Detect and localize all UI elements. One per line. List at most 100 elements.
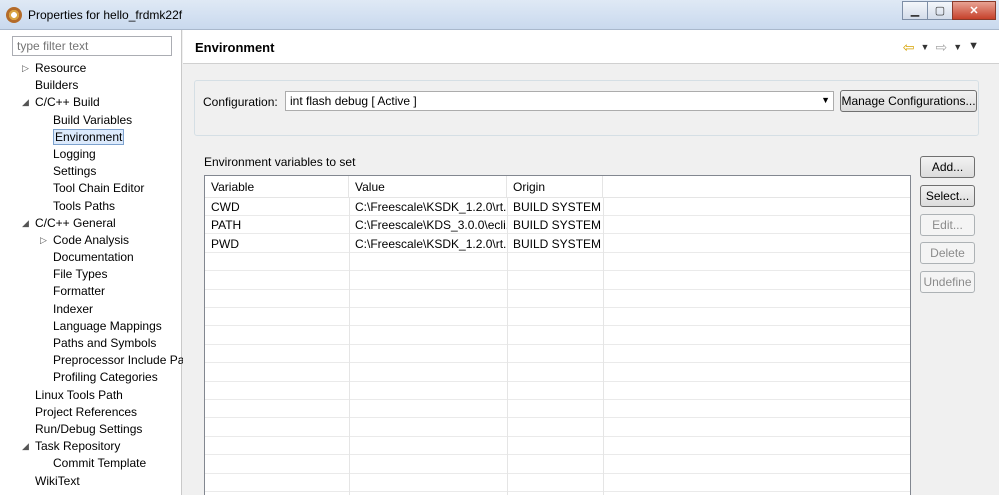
tree-item[interactable]: Preprocessor Include Pa (0, 352, 185, 369)
table-row (205, 345, 910, 364)
tree-item-label: Logging (53, 146, 96, 161)
column-header-origin[interactable]: Origin (507, 176, 603, 198)
expand-triangle-icon[interactable]: ◢ (22, 438, 29, 455)
view-menu-icon[interactable]: ▼ (968, 39, 979, 56)
tree-item[interactable]: ◢ C/C++ General (0, 215, 182, 232)
tree-item[interactable]: Build Variables (0, 112, 182, 129)
select-button[interactable]: Select... (920, 185, 975, 207)
delete-button[interactable]: Delete (920, 242, 975, 264)
tree-item-label: Language Mappings (53, 318, 162, 333)
tree-item[interactable]: File Types (0, 266, 182, 283)
tree-item-label: Run/Debug Settings (35, 421, 143, 436)
table-row (205, 290, 910, 308)
nav-forward-arrow-icon[interactable]: ⇨ (935, 39, 947, 56)
tree-item[interactable]: Linux Tools Path (0, 387, 182, 404)
tree-item[interactable]: ▷ Resource (0, 60, 182, 77)
expand-triangle-icon[interactable]: ◢ (22, 215, 29, 232)
table-row[interactable]: PATH C:\Freescale\KDS_3.0.0\ecli... BUILD … (205, 216, 910, 235)
table-row (205, 474, 910, 492)
tree-item-label: Linux Tools Path (35, 387, 123, 402)
manage-configurations-button[interactable]: Manage Configurations... (840, 90, 977, 112)
table-row (205, 364, 910, 382)
title-bar: Properties for hello_frdmk22f ▁ ▢ ✕ (0, 0, 999, 30)
tree-item-label: Preprocessor Include Pa (53, 353, 185, 368)
configuration-group: Configuration: int flash debug [ Active … (194, 80, 979, 136)
chevron-down-icon: ▼ (821, 95, 830, 105)
tree-item[interactable]: Tools Paths (0, 198, 182, 215)
window-title: Properties for hello_frdmk22f (28, 8, 183, 22)
table-row (205, 253, 910, 272)
tree-item-label: Profiling Categories (53, 370, 158, 385)
cell-origin: BUILD SYSTEM (513, 200, 602, 214)
property-tree: ▷ Resource Builders ◢ C/C++ Build Build Varia… (0, 60, 185, 490)
tree-item-label: Settings (53, 164, 97, 179)
table-row (205, 456, 910, 474)
configuration-label: Configuration: (203, 95, 278, 109)
filter-input[interactable] (12, 36, 172, 56)
tree-item[interactable]: Tool Chain Editor (0, 180, 182, 197)
tree-item[interactable]: Project References (0, 404, 182, 421)
cell-variable: PWD (211, 236, 239, 251)
tree-item-label: Documentation (53, 250, 134, 265)
tree-item-label: Project References (35, 404, 138, 419)
tree-item-label: Formatter (53, 284, 106, 299)
window-controls: ▁ ▢ ✕ (902, 1, 996, 21)
cell-value: C:\Freescale\KSDK_1.2.0\rt... (355, 200, 507, 214)
minimize-button[interactable]: ▁ (902, 1, 928, 20)
tree-item[interactable]: Settings (0, 163, 182, 180)
cell-variable: CWD (211, 200, 240, 214)
table-row (205, 437, 910, 456)
close-button[interactable]: ✕ (952, 1, 996, 20)
tree-item-label: C/C++ General (35, 215, 116, 230)
minimize-icon: ▁ (910, 5, 920, 17)
tree-item[interactable]: ◢ Task Repository (0, 438, 182, 455)
table-row (205, 400, 910, 419)
tree-item[interactable]: Paths and Symbols (0, 335, 182, 352)
table-row (205, 419, 910, 437)
tree-item-label: File Types (53, 267, 108, 282)
property-tree-pane: ▷ Resource Builders ◢ C/C++ Build Build Varia… (0, 30, 185, 495)
tree-item[interactable]: ◢ C/C++ Build (0, 94, 182, 111)
configuration-select[interactable]: int flash debug [ Active ] ▼ (285, 91, 834, 111)
cell-value: C:\Freescale\KSDK_1.2.0\rt... (355, 236, 507, 251)
back-dropdown-icon[interactable]: ▼ (921, 39, 930, 56)
tree-item[interactable]: Logging (0, 146, 182, 163)
tree-item[interactable]: WikiText (0, 473, 182, 490)
tree-item[interactable]: Environment (0, 128, 182, 146)
maximize-button[interactable]: ▢ (927, 1, 953, 20)
tree-item[interactable]: Run/Debug Settings (0, 421, 182, 438)
cell-variable: PATH (211, 218, 242, 233)
tree-item[interactable]: Documentation (0, 249, 182, 266)
table-row[interactable]: CWD C:\Freescale\KSDK_1.2.0\rt... BUILD SY… (205, 198, 910, 216)
tree-item-label: Builders (35, 78, 79, 93)
tree-item[interactable]: Formatter (0, 283, 182, 300)
tree-item[interactable]: ▷ Code Analysis (0, 232, 182, 249)
expand-triangle-icon[interactable]: ◢ (22, 94, 29, 111)
env-vars-table[interactable]: Variable Value Origin CWD C:\Freescale\KS… (204, 175, 911, 495)
tree-item[interactable]: Commit Template (0, 455, 182, 472)
column-divider (349, 198, 350, 495)
tree-item-label: Environment (53, 128, 125, 145)
app-icon (6, 7, 22, 23)
collapse-triangle-icon[interactable]: ▷ (22, 60, 29, 77)
maximize-icon: ▢ (934, 5, 946, 17)
page-title: Environment (195, 40, 275, 55)
tree-item[interactable]: Language Mappings (0, 318, 182, 335)
nav-back-arrow-icon[interactable]: ⇦ (903, 39, 915, 56)
collapse-triangle-icon[interactable]: ▷ (40, 232, 47, 249)
env-vars-label: Environment variables to set (204, 155, 356, 169)
tree-item-label: C/C++ Build (35, 95, 100, 110)
tree-item[interactable]: Indexer (0, 301, 182, 318)
table-row (205, 272, 910, 290)
tree-item[interactable]: Builders (0, 77, 182, 94)
table-row[interactable]: PWD C:\Freescale\KSDK_1.2.0\rt... BUILD SY… (205, 235, 910, 253)
table-header: Variable Value Origin (205, 176, 910, 198)
forward-dropdown-icon[interactable]: ▼ (953, 39, 962, 56)
edit-button[interactable]: Edit... (920, 214, 975, 236)
column-header-variable[interactable]: Variable (205, 176, 349, 198)
column-header-value[interactable]: Value (349, 176, 507, 198)
add-button[interactable]: Add... (920, 156, 975, 178)
undefine-button[interactable]: Undefine (920, 271, 975, 293)
tree-item[interactable]: Profiling Categories (0, 369, 182, 386)
tree-item-label: Paths and Symbols (53, 336, 157, 350)
